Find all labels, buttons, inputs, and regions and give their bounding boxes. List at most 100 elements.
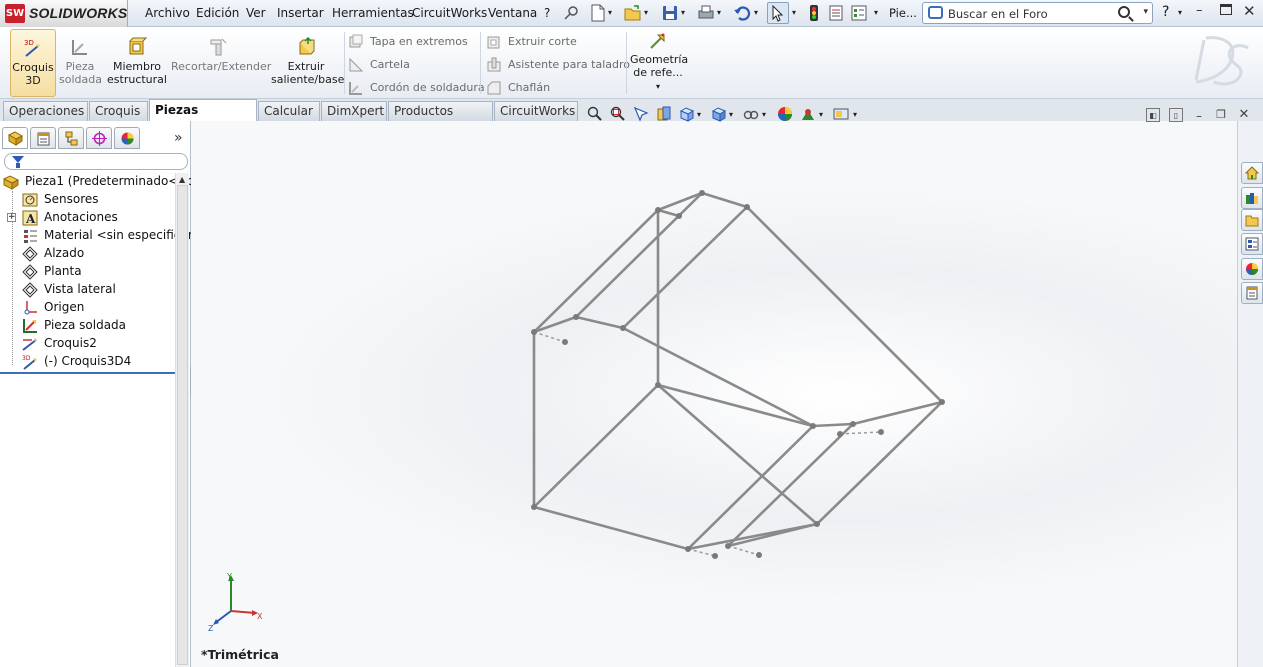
geometria-dropdown-icon[interactable]: ▾ <box>656 82 660 91</box>
tab-operaciones[interactable]: Operaciones <box>3 101 88 121</box>
select-button[interactable] <box>767 2 789 24</box>
close-doc-icon[interactable]: ✕ <box>1237 108 1251 122</box>
help-dropdown-icon[interactable]: ▾ <box>1178 8 1182 17</box>
menu-herramientas[interactable]: Herramientas <box>332 6 414 20</box>
hide-show-items-icon[interactable] <box>743 106 759 122</box>
options-dropdown-icon[interactable]: ▾ <box>874 8 878 17</box>
previous-view-icon[interactable] <box>633 106 649 122</box>
minimize-window-icon[interactable]: – <box>1196 3 1203 18</box>
view-settings-dropdown-icon[interactable]: ▾ <box>853 110 857 119</box>
expand-node-icon[interactable]: + <box>7 213 16 222</box>
menu-insertar[interactable]: Insertar <box>277 6 324 20</box>
minimize-doc-icon[interactable]: – <box>1192 109 1206 123</box>
appearances-tab[interactable] <box>1241 258 1263 280</box>
tree-scrollbar[interactable]: ▲ <box>175 173 189 667</box>
view-orientation-icon[interactable] <box>679 106 695 122</box>
maximize-window-icon[interactable] <box>1220 4 1232 15</box>
pieza-soldada-label1: Pieza <box>65 60 95 73</box>
edit-appearance-icon[interactable] <box>777 106 793 122</box>
search-forum-box[interactable]: Buscar en el Foro ▾ <box>922 2 1153 24</box>
tree-filter-box[interactable] <box>4 153 188 170</box>
zoom-to-area-icon[interactable] <box>610 106 626 122</box>
menu-help[interactable]: ? <box>544 6 550 20</box>
restore-pane-icon[interactable]: ◧ <box>1146 108 1160 122</box>
open-dropdown-icon[interactable]: ▾ <box>644 8 648 17</box>
search-icon[interactable] <box>1118 6 1130 18</box>
scene-dropdown-icon[interactable]: ▾ <box>819 110 823 119</box>
tree-item-label: Origen <box>44 300 85 314</box>
select-dropdown-icon[interactable]: ▾ <box>792 8 796 17</box>
scrollbar-thumb[interactable] <box>177 185 188 665</box>
file-explorer-tab[interactable] <box>1241 209 1263 231</box>
geometria-referencia-label2: de refe... <box>633 66 683 79</box>
help-icon[interactable]: ? <box>1162 4 1169 20</box>
search-placeholder: Buscar en el Foro <box>948 7 1048 21</box>
view-palette-tab[interactable] <box>1241 233 1263 255</box>
tab-calcular[interactable]: Calcular <box>258 101 320 121</box>
tab-propertymanager[interactable] <box>30 127 56 149</box>
graphics-area[interactable]: Y X Z *Trimétrica <box>191 121 1237 667</box>
croquis-3d-label2: 3D <box>25 74 41 87</box>
menu-edicion[interactable]: Edición <box>196 6 239 20</box>
expand-panel-icon[interactable]: » <box>174 130 183 146</box>
print-dropdown-icon[interactable]: ▾ <box>717 8 721 17</box>
cartela-label: Cartela <box>370 58 410 71</box>
menu-ver[interactable]: Ver <box>246 6 266 20</box>
tab-circuitworks[interactable]: CircuitWorks <box>494 101 578 121</box>
tab-productos-office[interactable]: Productos Office <box>388 101 493 136</box>
tab-featuremanager[interactable] <box>2 127 28 149</box>
tab-dimxpert[interactable]: DimXpert <box>321 101 387 121</box>
tree-item-label: Material <sin especificar <box>44 228 193 242</box>
menu-circuitworks[interactable]: CircuitWorks <box>412 6 487 20</box>
open-folder-icon[interactable] <box>624 4 642 22</box>
save-icon[interactable] <box>661 4 679 22</box>
display-style-icon[interactable] <box>711 106 727 122</box>
tab-configurationmanager[interactable] <box>58 127 84 149</box>
ds-watermark-logo <box>1194 36 1249 86</box>
miembro-estructural-button[interactable]: Miembro estructural <box>107 29 167 97</box>
file-properties-icon[interactable] <box>827 4 845 22</box>
recortar-extender-button[interactable]: Recortar/Extender <box>171 29 271 97</box>
search-dropdown-icon[interactable]: ▾ <box>1143 7 1148 17</box>
model-wireframe[interactable] <box>191 121 1237 667</box>
view-settings-icon[interactable] <box>833 106 849 122</box>
hide-show-dropdown-icon[interactable]: ▾ <box>762 110 766 119</box>
options-icon[interactable] <box>850 4 868 22</box>
solidworks-resources-tab[interactable] <box>1241 162 1263 184</box>
geometria-referencia-button[interactable]: Geometría de refe... ▾ <box>630 29 689 97</box>
display-style-dropdown-icon[interactable]: ▾ <box>729 110 733 119</box>
view-orientation-dropdown-icon[interactable]: ▾ <box>697 110 701 119</box>
section-view-icon[interactable] <box>656 106 672 122</box>
design-library-tab[interactable] <box>1241 187 1263 209</box>
tab-displaymanager[interactable] <box>114 127 140 149</box>
extruir-saliente-button[interactable]: Extruir saliente/base <box>271 29 344 97</box>
triad-x-label: X <box>257 612 263 621</box>
apply-scene-icon[interactable] <box>800 106 816 122</box>
solidworks-logo[interactable]: SW SOLIDWORKS <box>0 0 128 27</box>
tab-piezas-soldadas[interactable]: Piezas soldadas <box>149 99 257 138</box>
tile-pane-icon[interactable]: ▯ <box>1169 108 1183 122</box>
plane-icon <box>22 246 38 262</box>
undo-icon[interactable] <box>733 4 751 22</box>
folder-icon <box>1245 215 1259 227</box>
menu-ventana[interactable]: Ventana <box>488 6 537 20</box>
zoom-to-fit-icon[interactable] <box>587 106 603 122</box>
undo-dropdown-icon[interactable]: ▾ <box>754 8 758 17</box>
save-dropdown-icon[interactable]: ▾ <box>681 8 685 17</box>
rollback-bar[interactable] <box>0 372 175 374</box>
print-icon[interactable] <box>697 4 715 22</box>
geometria-referencia-label1: Geometría <box>630 53 689 66</box>
custom-properties-tab[interactable] <box>1241 282 1263 304</box>
rebuild-traffic-light-icon[interactable] <box>805 4 823 22</box>
croquis-3d-button[interactable]: 3D Croquis 3D <box>10 29 56 97</box>
scroll-up-icon[interactable]: ▲ <box>179 175 185 184</box>
restore-doc-icon[interactable]: ❐ <box>1214 108 1228 122</box>
pin-icon[interactable] <box>562 4 580 22</box>
tab-dimxpertmanager[interactable] <box>86 127 112 149</box>
new-dropdown-icon[interactable]: ▾ <box>608 8 612 17</box>
tab-croquis[interactable]: Croquis <box>89 101 148 121</box>
close-window-icon[interactable]: ✕ <box>1243 2 1256 20</box>
new-document-icon[interactable] <box>589 4 607 22</box>
pieza-soldada-button[interactable]: Pieza soldada <box>59 29 102 97</box>
menu-archivo[interactable]: Archivo <box>145 6 190 20</box>
